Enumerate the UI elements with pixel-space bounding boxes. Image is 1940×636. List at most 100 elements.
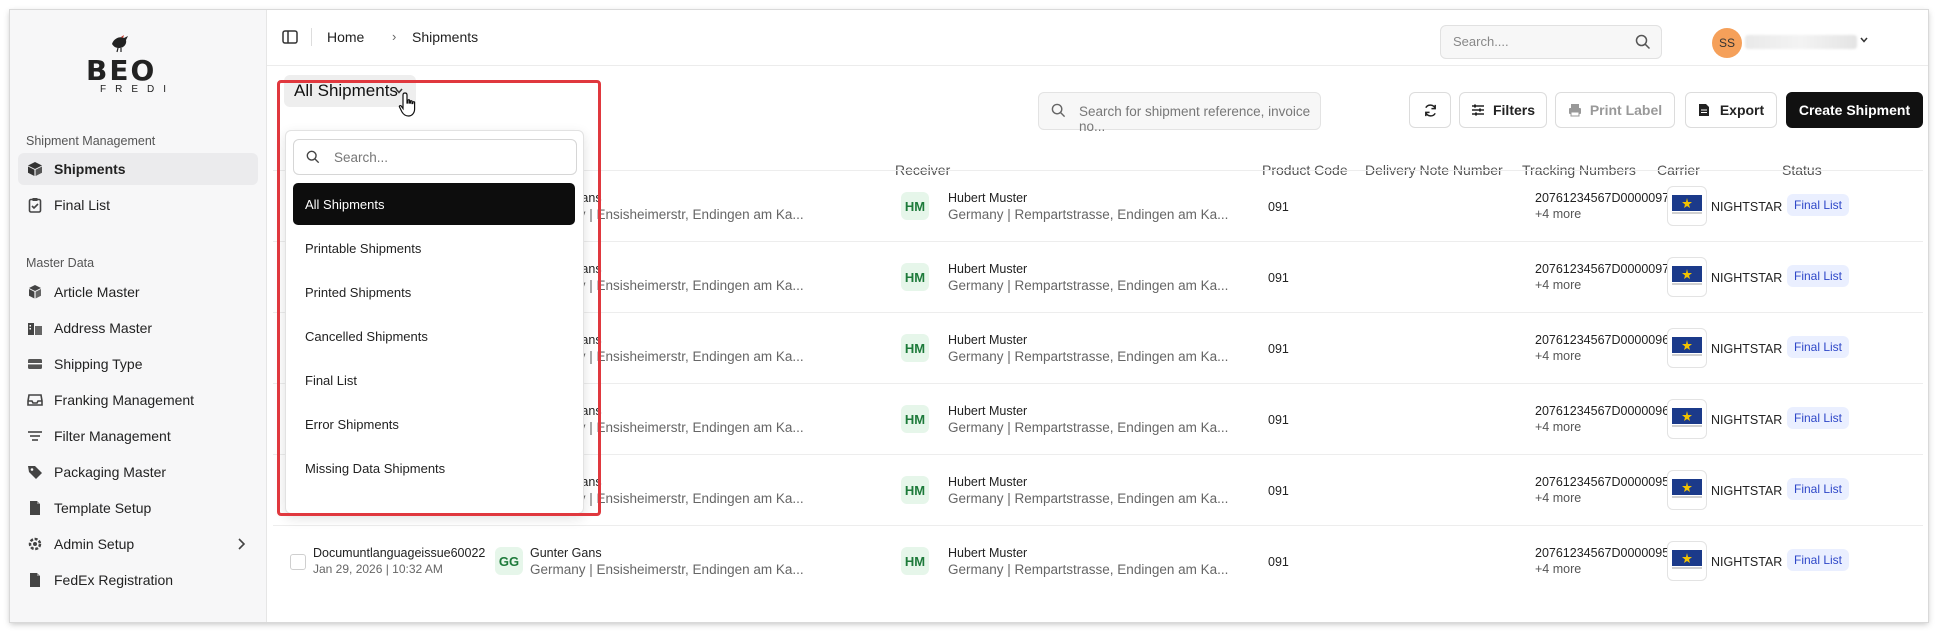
tracking-more-link[interactable]: +4 more (1535, 562, 1581, 576)
receiver-address: Germany | Rempartstrasse, Endingen am Ka… (948, 349, 1229, 364)
export-button[interactable]: Export (1685, 92, 1777, 128)
receiver-address: Germany | Rempartstrasse, Endingen am Ka… (948, 207, 1229, 222)
receiver-avatar: HM (901, 192, 929, 220)
app-logo[interactable]: BEO FREDI (78, 32, 198, 95)
export-label: Export (1719, 102, 1765, 118)
printer-icon (1568, 103, 1582, 117)
refresh-button[interactable] (1409, 92, 1451, 128)
print-label-text: Print Label (1589, 102, 1663, 118)
search-placeholder: Search.... (1453, 34, 1509, 49)
sidebar-item-shipping-type[interactable]: Shipping Type (18, 348, 258, 380)
nightstar-flag-icon (1672, 266, 1702, 285)
shipment-reference[interactable]: Documuntlanguageissue60022 (313, 546, 485, 560)
tracking-number[interactable]: 20761234567D00000954 (1535, 546, 1676, 560)
bird-logo-icon (112, 35, 128, 53)
sidebar-item-label: Shipping Type (54, 356, 143, 372)
sidebar-item-fedex-registration[interactable]: FedEx Registration (18, 564, 258, 596)
carrier-logo (1667, 541, 1707, 581)
sidebar-item-final-list[interactable]: Final List (18, 189, 258, 221)
tracking-more-link[interactable]: +4 more (1535, 349, 1581, 363)
sidebar-item-packaging-master[interactable]: Packaging Master (18, 456, 258, 488)
receiver-name: Hubert Muster (948, 333, 1028, 347)
receiver-avatar: HM (901, 547, 929, 575)
breadcrumb-home[interactable]: Home (327, 29, 364, 45)
receiver-name: Hubert Muster (948, 404, 1028, 418)
sender-address: Germany | Ensisheimerstr, Endingen am Ka… (530, 562, 804, 577)
status-badge[interactable]: Final List (1787, 194, 1850, 216)
sidebar-item-filter-management[interactable]: Filter Management (18, 420, 258, 452)
receiver-address: Germany | Rempartstrasse, Endingen am Ka… (948, 278, 1229, 293)
tracking-number[interactable]: 20761234567D00000964 (1535, 404, 1676, 418)
sidebar-item-label: Admin Setup (54, 536, 135, 552)
filters-button[interactable]: Filters (1459, 92, 1547, 128)
nightstar-flag-icon (1672, 195, 1702, 214)
status-badge[interactable]: Final List (1787, 407, 1850, 429)
product-code: 091 (1268, 555, 1289, 569)
nightstar-flag-icon (1672, 408, 1702, 427)
nightstar-flag-icon (1672, 337, 1702, 356)
nightstar-flag-icon (1672, 550, 1702, 569)
sidebar-item-franking-management[interactable]: Franking Management (18, 384, 258, 416)
sender-avatar: GG (495, 547, 523, 575)
divider (311, 28, 312, 46)
sidebar-toggle-icon[interactable] (281, 28, 299, 46)
status-badge[interactable]: Final List (1787, 478, 1850, 500)
username-redacted (1745, 35, 1857, 49)
product-code: 091 (1268, 342, 1289, 356)
tracking-number[interactable]: 20761234567D00000979 (1535, 191, 1676, 205)
search-placeholder: Search for shipment reference, invoice n… (1079, 104, 1311, 134)
hand-cursor-icon (398, 92, 416, 117)
carrier-name: NIGHTSTAR (1711, 342, 1783, 356)
status-badge[interactable]: Final List (1787, 549, 1850, 571)
sidebar-item-label: Template Setup (54, 500, 152, 516)
search-icon (1051, 103, 1066, 118)
shipment-search-input[interactable]: Search for shipment reference, invoice n… (1038, 92, 1321, 134)
print-label-button[interactable]: Print Label (1555, 92, 1675, 128)
sidebar-item-template-setup[interactable]: Template Setup (18, 492, 258, 524)
logo-subtext: FREDI (100, 84, 175, 95)
sidebar-item-label: FedEx Registration (54, 572, 174, 588)
top-bar: Home › Shipments Search.... SS (267, 10, 1928, 66)
sidebar: BEO FREDI Shipment Management Shipments … (10, 10, 267, 622)
clipboard-check-icon (26, 196, 44, 214)
receiver-avatar: HM (901, 476, 929, 504)
avatar[interactable]: SS (1712, 28, 1742, 58)
cubes-icon (26, 283, 44, 301)
section-title-master-data: Master Data (26, 256, 95, 270)
table-row[interactable]: Documuntlanguageissue60022 Jan 29, 2026 … (273, 525, 1923, 596)
status-badge[interactable]: Final List (1787, 265, 1850, 287)
tracking-number[interactable]: 20761234567D00000959 (1535, 475, 1676, 489)
carrier-name: NIGHTSTAR (1711, 200, 1783, 214)
product-code: 091 (1268, 484, 1289, 498)
sidebar-item-admin-setup[interactable]: Admin Setup (18, 528, 258, 560)
carrier-name: NIGHTSTAR (1711, 555, 1783, 569)
receiver-address: Germany | Rempartstrasse, Endingen am Ka… (948, 420, 1229, 435)
status-badge[interactable]: Final List (1787, 336, 1850, 358)
gear-icon (26, 535, 44, 553)
tracking-more-link[interactable]: +4 more (1535, 491, 1581, 505)
sidebar-item-address-master[interactable]: Address Master (18, 312, 258, 344)
carrier-name: NIGHTSTAR (1711, 271, 1783, 285)
breadcrumb-separator-icon: › (392, 29, 397, 44)
sidebar-item-shipments[interactable]: Shipments (18, 153, 258, 185)
document-icon (1698, 103, 1712, 117)
tag-icon (26, 463, 44, 481)
chevron-down-icon[interactable] (1859, 35, 1869, 45)
create-shipment-button[interactable]: Create Shipment (1786, 92, 1923, 128)
document-icon (26, 499, 44, 517)
chevron-right-icon (238, 538, 246, 550)
app-window: BEO FREDI Shipment Management Shipments … (10, 10, 1928, 622)
carrier-name: NIGHTSTAR (1711, 484, 1783, 498)
carrier-logo (1667, 470, 1707, 510)
filters-label: Filters (1492, 102, 1535, 118)
row-checkbox[interactable] (290, 554, 306, 570)
global-search-input[interactable]: Search.... (1440, 25, 1662, 59)
tracking-more-link[interactable]: +4 more (1535, 207, 1581, 221)
tracking-number[interactable]: 20761234567D00000974 (1535, 262, 1676, 276)
receiver-name: Hubert Muster (948, 262, 1028, 276)
tracking-more-link[interactable]: +4 more (1535, 278, 1581, 292)
tracking-more-link[interactable]: +4 more (1535, 420, 1581, 434)
sidebar-item-article-master[interactable]: Article Master (18, 276, 258, 308)
tracking-number[interactable]: 20761234567D00000969 (1535, 333, 1676, 347)
receiver-avatar: HM (901, 405, 929, 433)
